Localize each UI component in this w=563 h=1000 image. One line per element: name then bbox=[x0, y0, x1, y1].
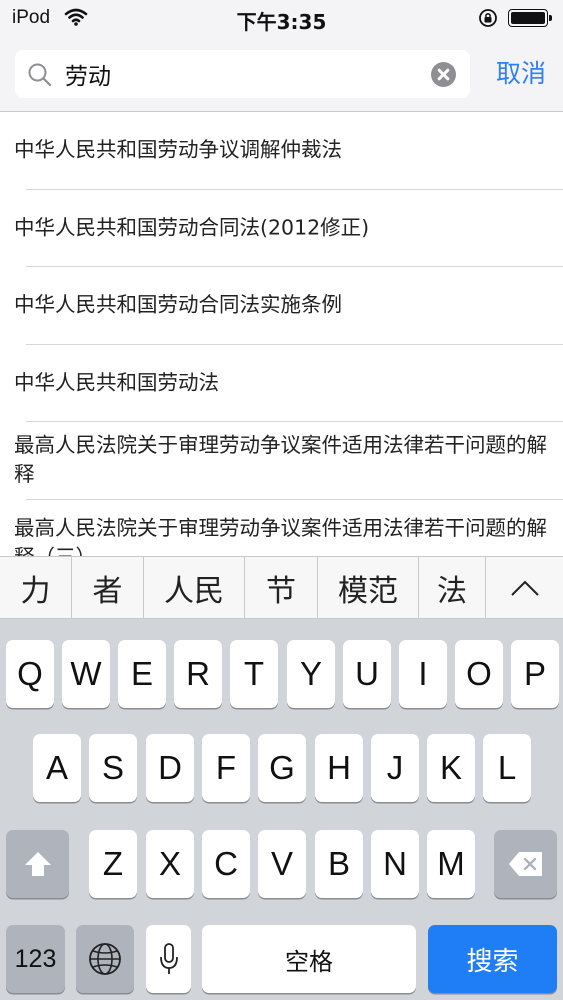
key-s[interactable]: S bbox=[89, 734, 137, 802]
delete-key[interactable] bbox=[494, 830, 557, 898]
key-o[interactable]: O bbox=[455, 640, 503, 708]
delete-icon bbox=[508, 852, 542, 876]
key-i[interactable]: I bbox=[399, 640, 447, 708]
key-p[interactable]: P bbox=[511, 640, 559, 708]
wifi-icon bbox=[64, 8, 88, 26]
candidate-bar: 力 者 人民 节 模范 法 bbox=[0, 556, 563, 619]
key-j[interactable]: J bbox=[371, 734, 419, 802]
key-a[interactable]: A bbox=[33, 734, 81, 802]
key-w[interactable]: W bbox=[62, 640, 110, 708]
collapse-candidates-button[interactable] bbox=[486, 557, 563, 618]
key-g[interactable]: G bbox=[258, 734, 306, 802]
shift-key[interactable] bbox=[6, 830, 69, 898]
candidate-word[interactable]: 法 bbox=[419, 557, 486, 618]
key-l[interactable]: L bbox=[483, 734, 531, 802]
microphone-key[interactable] bbox=[146, 925, 191, 993]
search-box[interactable] bbox=[15, 50, 470, 98]
candidate-word[interactable]: 节 bbox=[245, 557, 318, 618]
chevron-up-icon bbox=[510, 580, 539, 596]
key-d[interactable]: D bbox=[146, 734, 194, 802]
key-k[interactable]: K bbox=[427, 734, 475, 802]
result-item[interactable]: 中华人民共和国劳动合同法实施条例 bbox=[14, 267, 563, 345]
result-title: 中华人民共和国劳动合同法实施条例 bbox=[14, 292, 342, 317]
candidate-word[interactable]: 力 bbox=[0, 557, 72, 618]
key-h[interactable]: H bbox=[315, 734, 363, 802]
carrier-label: iPod bbox=[12, 7, 51, 28]
microphone-icon bbox=[159, 943, 178, 974]
result-title: 最高人民法院关于审理劳动争议案件适用法律若干问题的解释 bbox=[14, 433, 547, 487]
key-z[interactable]: Z bbox=[89, 830, 137, 898]
result-title: 中华人民共和国劳动法 bbox=[14, 370, 219, 395]
space-key[interactable]: 空格 bbox=[202, 925, 416, 993]
key-q[interactable]: Q bbox=[6, 640, 54, 708]
search-icon bbox=[28, 63, 52, 87]
candidate-word[interactable]: 者 bbox=[72, 557, 144, 618]
key-e[interactable]: E bbox=[118, 640, 166, 708]
keyboard: Q W E R T Y U I O P A S D F G H J K L Z … bbox=[0, 619, 563, 1000]
results-list: 中华人民共和国劳动争议调解仲裁法 中华人民共和国劳动合同法(2012修正) 中华… bbox=[0, 112, 563, 556]
key-t[interactable]: T bbox=[230, 640, 278, 708]
numbers-key[interactable]: 123 bbox=[6, 925, 65, 993]
status-bar: iPod 下午3:35 bbox=[0, 0, 563, 36]
result-title: 中华人民共和国劳动争议调解仲裁法 bbox=[14, 137, 342, 162]
candidate-word[interactable]: 模范 bbox=[318, 557, 419, 618]
globe-key[interactable] bbox=[76, 925, 134, 993]
key-y[interactable]: Y bbox=[287, 640, 335, 708]
search-input[interactable] bbox=[65, 50, 425, 98]
result-item[interactable]: 最高人民法院关于审理劳动争议案件适用法律若干问题的解释 bbox=[14, 422, 563, 500]
key-n[interactable]: N bbox=[371, 830, 419, 898]
key-u[interactable]: U bbox=[343, 640, 391, 708]
key-v[interactable]: V bbox=[258, 830, 306, 898]
search-key[interactable]: 搜索 bbox=[428, 925, 557, 993]
key-b[interactable]: B bbox=[315, 830, 363, 898]
shift-icon bbox=[24, 852, 51, 876]
key-f[interactable]: F bbox=[202, 734, 250, 802]
search-header: 取消 bbox=[0, 36, 563, 112]
result-item[interactable]: 中华人民共和国劳动合同法(2012修正) bbox=[14, 190, 563, 267]
battery-icon bbox=[508, 9, 552, 27]
key-r[interactable]: R bbox=[174, 640, 222, 708]
globe-icon bbox=[89, 943, 121, 975]
result-item[interactable]: 最高人民法院关于审理劳动争议案件适用法律若干问题的解释（三） bbox=[14, 500, 563, 557]
result-title: 最高人民法院关于审理劳动争议案件适用法律若干问题的解释（三） bbox=[14, 515, 547, 557]
result-title: 中华人民共和国劳动合同法(2012修正) bbox=[14, 215, 370, 240]
key-c[interactable]: C bbox=[202, 830, 250, 898]
result-item[interactable]: 中华人民共和国劳动争议调解仲裁法 bbox=[14, 112, 563, 190]
clear-icon[interactable] bbox=[431, 62, 456, 87]
key-m[interactable]: M bbox=[427, 830, 475, 898]
key-x[interactable]: X bbox=[146, 830, 194, 898]
rotation-lock-icon bbox=[479, 9, 497, 27]
result-item[interactable]: 中华人民共和国劳动法 bbox=[14, 345, 563, 422]
candidate-word[interactable]: 人民 bbox=[144, 557, 245, 618]
cancel-button[interactable]: 取消 bbox=[486, 52, 556, 96]
